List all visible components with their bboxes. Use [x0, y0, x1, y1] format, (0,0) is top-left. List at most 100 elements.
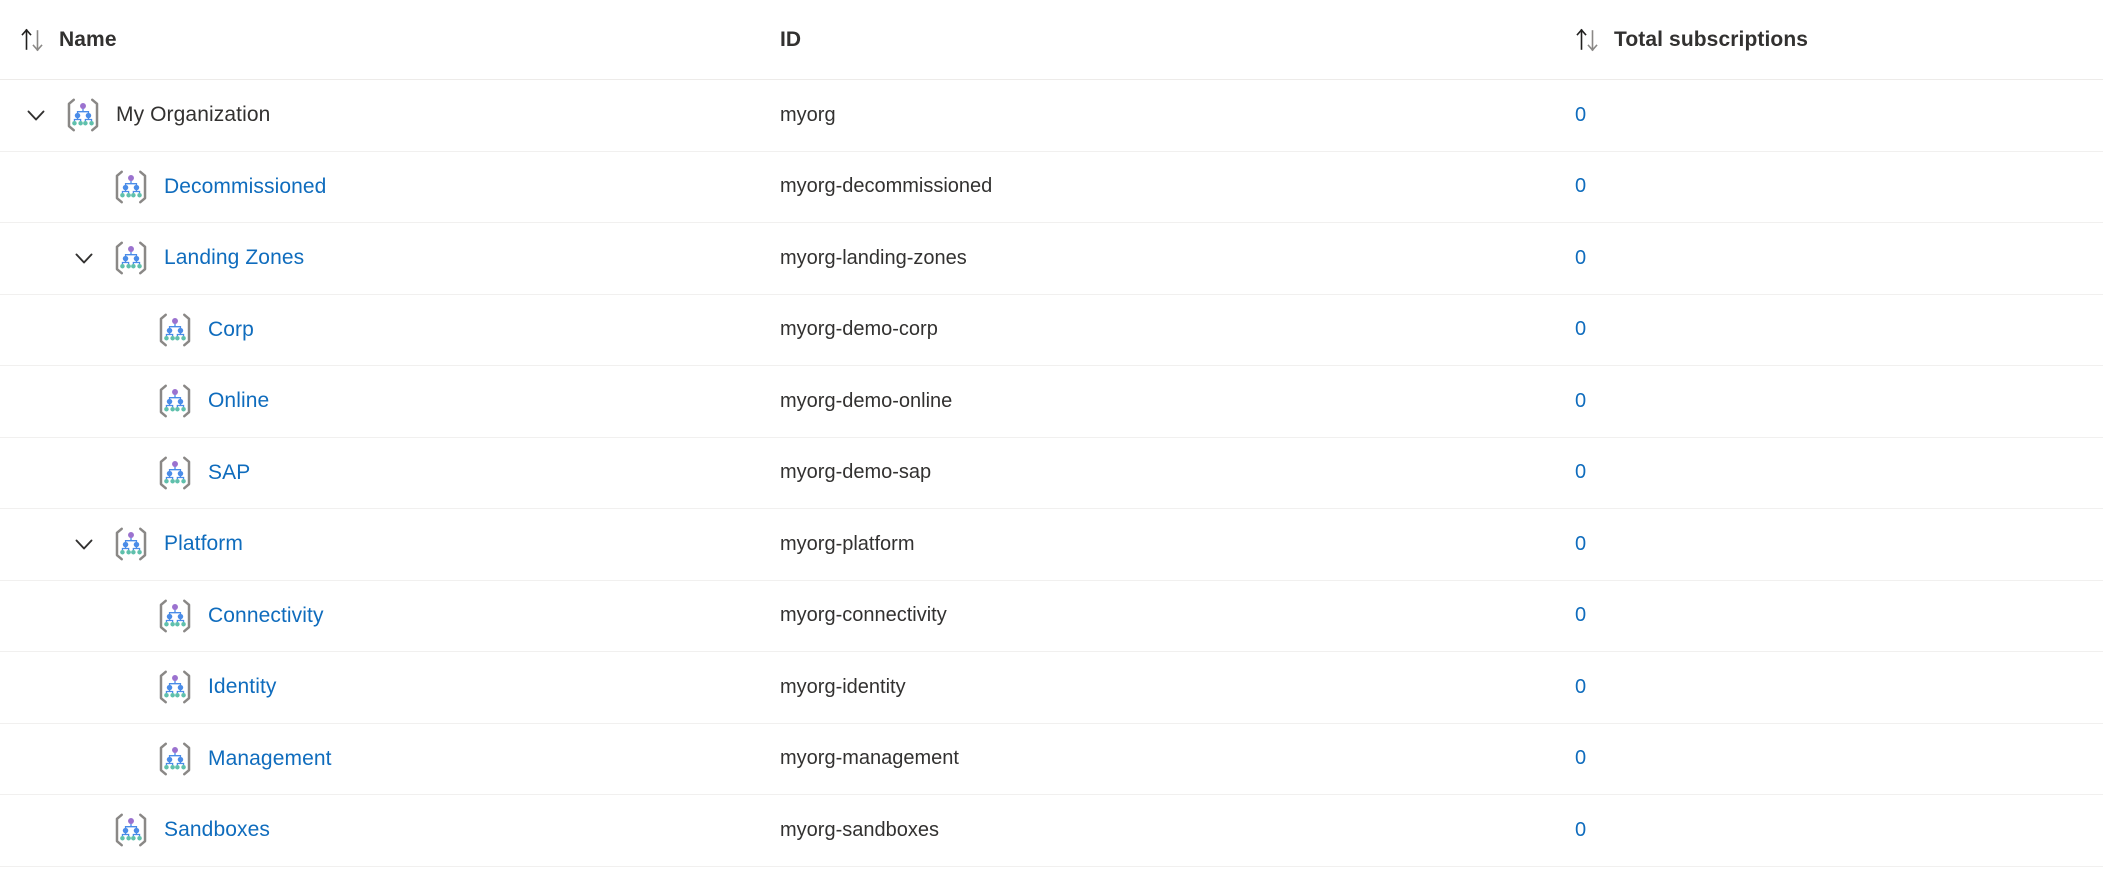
sort-updown-icon[interactable]	[20, 23, 50, 57]
cell-id: myorg-connectivity	[780, 604, 947, 627]
cell-total-subscriptions: 0	[1575, 104, 2103, 127]
column-header-id[interactable]: ID	[780, 28, 1575, 52]
management-group-icon	[112, 168, 150, 206]
total-subscriptions-link[interactable]: 0	[1575, 390, 1586, 412]
cell-name: My Organization	[0, 80, 780, 151]
table-row[interactable]: Online myorg-demo-online 0	[0, 366, 2103, 438]
cell-name: Identity	[0, 652, 780, 723]
grid-body: My Organization myorg 0 Decommissioned myorg…	[0, 80, 2103, 867]
management-group-icon	[112, 239, 150, 277]
total-subscriptions-link[interactable]: 0	[1575, 104, 1586, 126]
cell-total-subscriptions: 0	[1575, 175, 2103, 198]
cell-name: Online	[0, 366, 780, 437]
total-subscriptions-link[interactable]: 0	[1575, 175, 1586, 197]
table-row[interactable]: Decommissioned myorg-decommissioned 0	[0, 151, 2103, 223]
management-group-name-link: My Organization	[116, 103, 271, 127]
tree-expander-placeholder	[62, 808, 106, 852]
cell-total-subscriptions: 0	[1575, 533, 2103, 556]
cell-id: myorg	[780, 103, 836, 126]
total-subscriptions-link[interactable]: 0	[1575, 604, 1586, 626]
table-row[interactable]: My Organization myorg 0	[0, 80, 2103, 152]
grid-header-row: Name ID Total subscriptions	[0, 0, 2103, 80]
management-group-name-link[interactable]: Decommissioned	[164, 175, 326, 199]
cell-id: myorg-landing-zones	[780, 246, 967, 269]
expand-collapse-chevron-down-icon[interactable]	[62, 236, 106, 280]
table-row[interactable]: Corp myorg-demo-corp 0	[0, 294, 2103, 366]
cell-total-subscriptions: 0	[1575, 747, 2103, 770]
total-subscriptions-link[interactable]: 0	[1575, 676, 1586, 698]
expand-collapse-chevron-down-icon[interactable]	[14, 93, 58, 137]
cell-id: myorg-sandboxes	[780, 818, 939, 841]
column-header-name[interactable]: Name	[0, 23, 780, 57]
management-group-name-link[interactable]: Landing Zones	[164, 246, 304, 270]
management-group-icon	[156, 311, 194, 349]
cell-id: myorg-identity	[780, 675, 906, 698]
management-group-icon	[156, 454, 194, 492]
tree-expander-placeholder	[106, 308, 150, 352]
total-subscriptions-link[interactable]: 0	[1575, 747, 1586, 769]
management-group-icon	[112, 811, 150, 849]
sort-updown-icon[interactable]	[1575, 23, 1605, 57]
cell-id: myorg-demo-online	[780, 389, 953, 412]
total-subscriptions-link[interactable]: 0	[1575, 461, 1586, 483]
expand-collapse-chevron-down-icon[interactable]	[62, 522, 106, 566]
table-row[interactable]: Sandboxes myorg-sandboxes 0	[0, 795, 2103, 867]
cell-total-subscriptions: 0	[1575, 676, 2103, 699]
table-row[interactable]: Management myorg-management 0	[0, 723, 2103, 795]
management-group-name-link[interactable]: Online	[208, 389, 269, 413]
column-header-id-label: ID	[780, 27, 802, 51]
cell-id: myorg-platform	[780, 532, 915, 555]
total-subscriptions-link[interactable]: 0	[1575, 318, 1586, 340]
cell-id: myorg-demo-sap	[780, 461, 932, 484]
management-group-icon	[156, 382, 194, 420]
tree-expander-placeholder	[62, 165, 106, 209]
management-group-name-link[interactable]: SAP	[208, 461, 250, 485]
table-row[interactable]: Identity myorg-identity 0	[0, 652, 2103, 724]
management-group-name-link[interactable]: Corp	[208, 318, 254, 342]
column-header-name-label: Name	[59, 27, 117, 51]
cell-id: myorg-management	[780, 747, 959, 770]
table-row[interactable]: Landing Zones myorg-landing-zones 0	[0, 223, 2103, 295]
table-row[interactable]: Connectivity myorg-connectivity 0	[0, 580, 2103, 652]
management-group-name-link[interactable]: Management	[208, 747, 332, 771]
tree-expander-placeholder	[106, 737, 150, 781]
cell-id: myorg-decommissioned	[780, 175, 993, 198]
tree-expander-placeholder	[106, 379, 150, 423]
cell-total-subscriptions: 0	[1575, 819, 2103, 842]
management-groups-grid: Name ID Total subscriptions My Organizat…	[0, 0, 2103, 892]
management-group-name-link[interactable]: Identity	[208, 675, 277, 699]
cell-name: Corp	[0, 295, 780, 366]
column-header-total-subscriptions[interactable]: Total subscriptions	[1575, 23, 2103, 57]
management-group-name-link[interactable]: Sandboxes	[164, 818, 270, 842]
total-subscriptions-link[interactable]: 0	[1575, 247, 1586, 269]
cell-name: SAP	[0, 438, 780, 509]
management-group-name-link[interactable]: Platform	[164, 532, 243, 556]
management-group-icon	[64, 96, 102, 134]
management-group-icon	[112, 525, 150, 563]
cell-name: Landing Zones	[0, 223, 780, 294]
cell-total-subscriptions: 0	[1575, 390, 2103, 413]
table-row[interactable]: SAP myorg-demo-sap 0	[0, 437, 2103, 509]
cell-name: Decommissioned	[0, 152, 780, 223]
cell-total-subscriptions: 0	[1575, 318, 2103, 341]
tree-expander-placeholder	[106, 594, 150, 638]
total-subscriptions-link[interactable]: 0	[1575, 533, 1586, 555]
total-subscriptions-link[interactable]: 0	[1575, 819, 1586, 841]
table-row[interactable]: Platform myorg-platform 0	[0, 509, 2103, 581]
management-group-name-link[interactable]: Connectivity	[208, 604, 324, 628]
tree-expander-placeholder	[106, 451, 150, 495]
cell-total-subscriptions: 0	[1575, 604, 2103, 627]
cell-total-subscriptions: 0	[1575, 247, 2103, 270]
cell-name: Management	[0, 724, 780, 795]
